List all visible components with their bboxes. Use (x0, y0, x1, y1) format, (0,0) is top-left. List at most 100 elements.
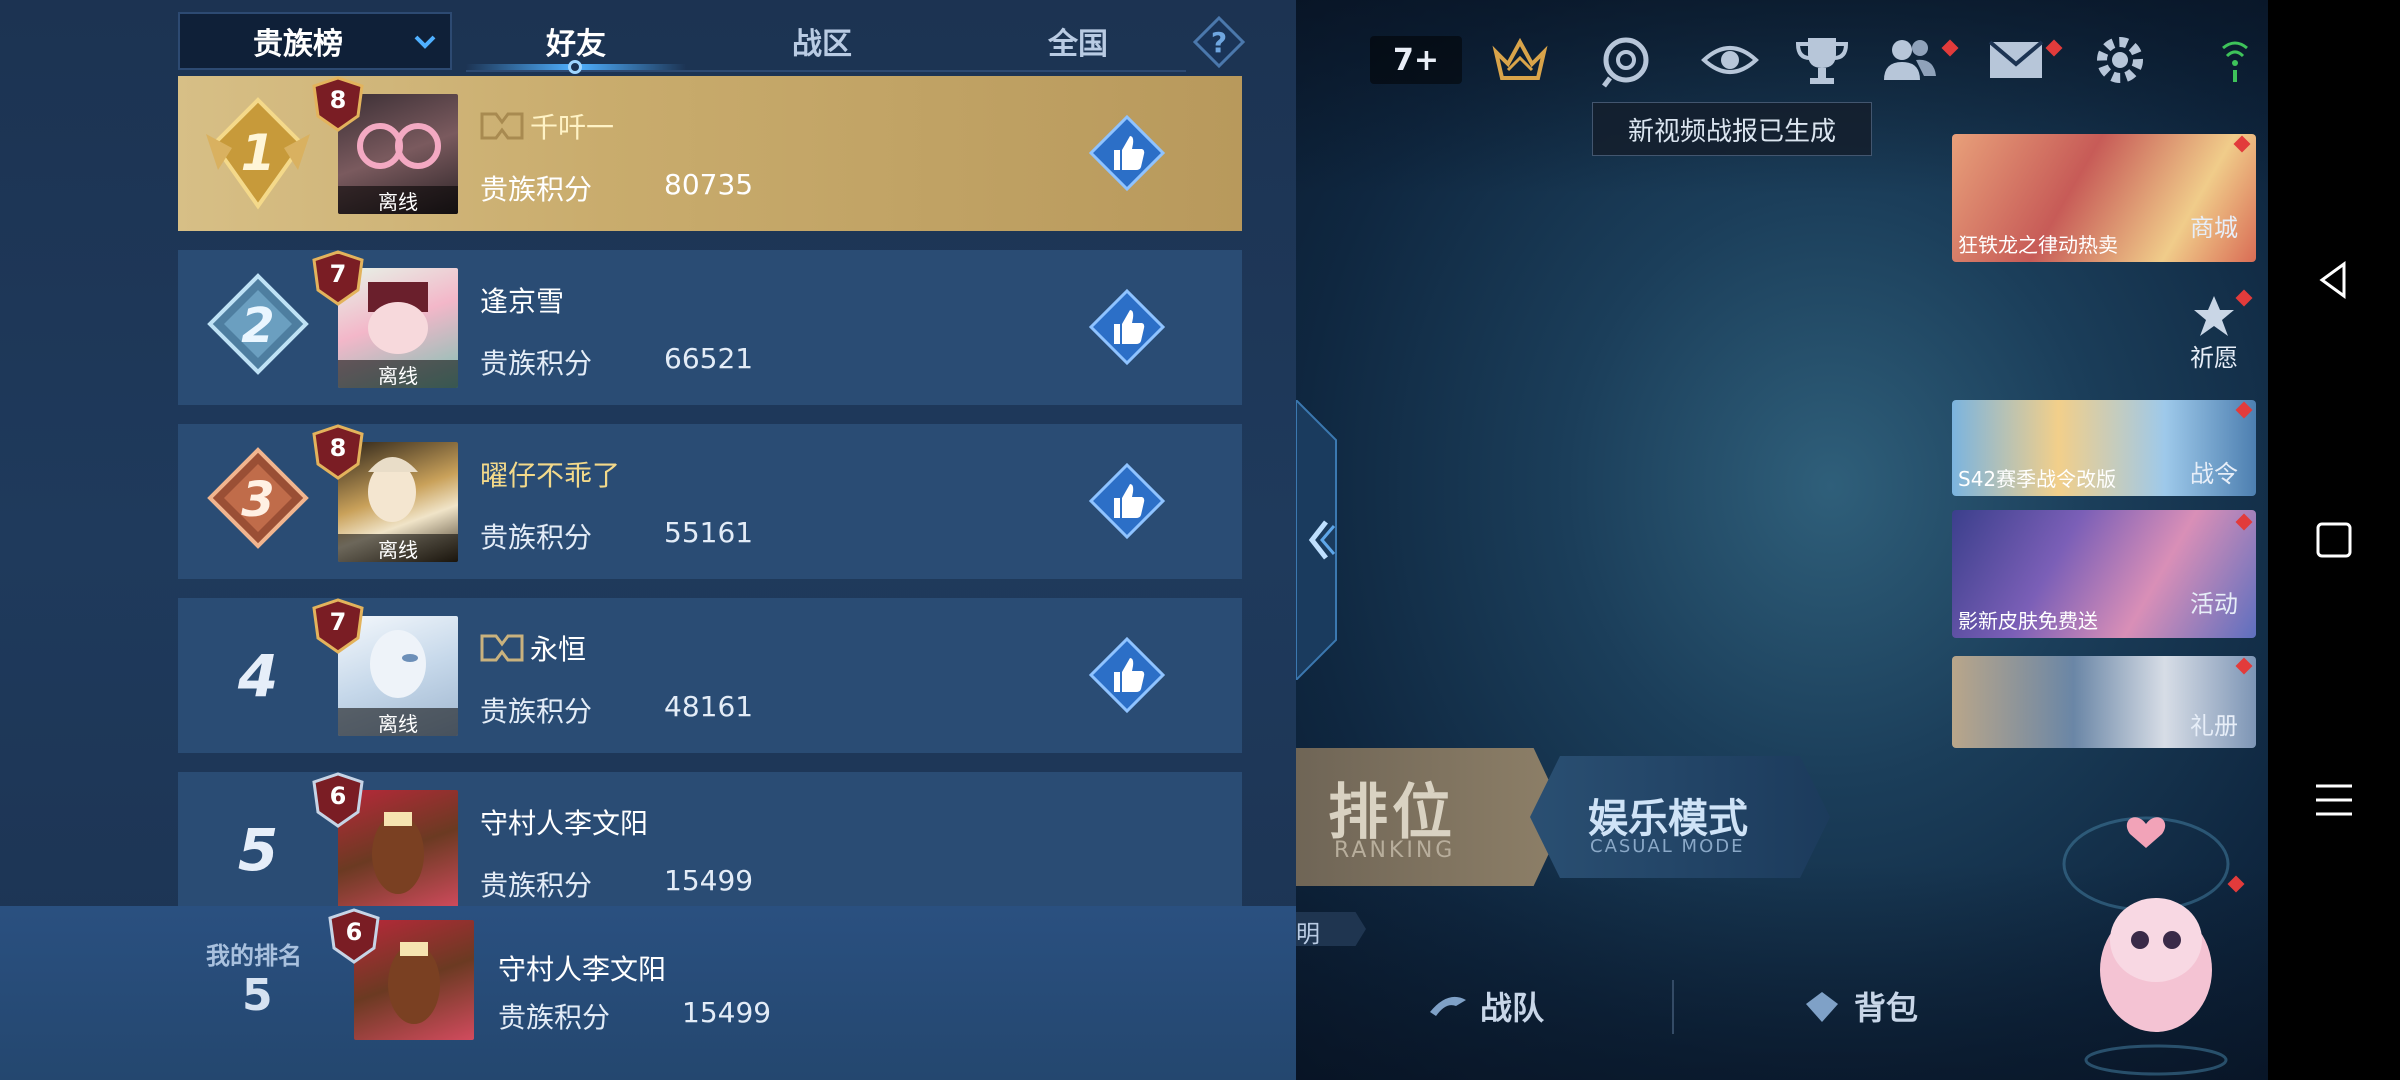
leaderboard-row[interactable]: 2 离线 7 逢京雪 贵族积分 66521 (178, 250, 1242, 405)
side-label-gift: 礼册 (2190, 712, 2238, 740)
player-name: 曜仔不乖了 (480, 459, 621, 492)
tab-region[interactable]: 战区 (712, 12, 932, 70)
level-badge (312, 76, 364, 132)
side-label-wish: 祈愿 (2190, 344, 2238, 372)
side-label-shop: 商城 (2190, 214, 2238, 242)
mascot-character[interactable] (2060, 790, 2250, 1080)
chevron-down-icon (414, 35, 436, 49)
ranking-mode-subtitle: RANKING (1334, 838, 1456, 863)
nobility-icon (480, 112, 524, 140)
like-button[interactable] (1088, 288, 1166, 366)
rank-3-badge: 3 (207, 447, 309, 549)
wish-icon[interactable] (2184, 292, 2244, 342)
score-value: 55161 (664, 516, 754, 549)
rank-number: 4 (237, 642, 279, 710)
rank-number: 3 (241, 472, 274, 528)
score-label: 贵族积分 (480, 521, 593, 554)
level-badge (312, 424, 364, 480)
help-symbol: ? (1211, 26, 1227, 59)
tab-national[interactable]: 全国 (968, 12, 1188, 70)
like-button[interactable] (1088, 114, 1166, 192)
video-report-tooltip[interactable]: 新视频战报已生成 (1592, 102, 1872, 156)
like-button[interactable] (1088, 636, 1166, 714)
menu-button[interactable] (2268, 750, 2400, 850)
player-name: 千吀一 (530, 111, 615, 144)
player-name-line: 守村人李文阳 (480, 802, 648, 842)
team-icon (1430, 996, 1466, 1016)
score-label: 贵族积分 (480, 869, 593, 902)
system-navigation-bar (2268, 0, 2400, 1080)
rank-1-badge: 1 (206, 97, 310, 210)
player-name: 逢京雪 (480, 285, 565, 318)
team-label: 战队 (1480, 989, 1545, 1027)
friends-icon[interactable] (1880, 30, 1940, 90)
leaderboard-row[interactable]: 4 离线 7 永恒 贵族积分 48161 (178, 598, 1242, 753)
bag-button[interactable]: 背包 (1800, 982, 1918, 1030)
like-button[interactable] (1088, 462, 1166, 540)
plus-counter[interactable]: 7+ (1370, 36, 1462, 84)
help-icon[interactable]: ? (1193, 16, 1245, 68)
gear-icon[interactable] (2090, 30, 2150, 90)
bottom-separator (1672, 980, 1674, 1034)
player-name-line: 逢京雪 (480, 280, 564, 320)
level-badge (312, 772, 364, 828)
home-button[interactable] (2268, 490, 2400, 590)
offline-label: 离线 (338, 534, 458, 562)
back-icon (2319, 261, 2346, 299)
partial-pill-text: 明 (1296, 920, 1320, 948)
leaderboard-tabs: 贵族榜 好友 战区 全国 ? (178, 12, 1248, 74)
bag-icon (1806, 992, 1838, 1022)
score-label: 贵族积分 (480, 347, 593, 380)
home-icon (2316, 522, 2352, 558)
my-name-line: 守村人李文阳 (498, 948, 666, 988)
nobility-icon (480, 634, 524, 662)
my-score-label: 贵族积分 (498, 1001, 611, 1034)
score-value: 48161 (664, 690, 754, 723)
score-value: 80735 (664, 168, 754, 201)
my-score-value: 15499 (682, 996, 772, 1029)
player-name-line: 千吀一 (480, 106, 614, 146)
rank-number: 5 (237, 816, 279, 884)
rank-number: 2 (241, 298, 274, 354)
score-value: 15499 (664, 864, 754, 897)
casual-mode-subtitle: CASUAL MODE (1590, 836, 1745, 857)
player-name-line: 永恒 (480, 628, 586, 668)
promo-caption: 影新皮肤免费送 (1958, 609, 2098, 633)
score-label: 贵族积分 (480, 173, 593, 206)
camera-icon[interactable] (1596, 30, 1656, 90)
my-rank-number: 5 (242, 970, 273, 1021)
offline-label: 离线 (338, 360, 458, 388)
my-rank-bar: 我的排名 5 6 守村人李文阳 贵族积分 15499 (0, 906, 1296, 1080)
trophy-icon[interactable] (1792, 30, 1852, 90)
my-player-name: 守村人李文阳 (498, 953, 667, 986)
wifi-icon (2222, 41, 2248, 82)
active-tab-dot (568, 60, 582, 74)
menu-icon (2316, 784, 2352, 816)
promo-caption: 狂铁龙之律动热卖 (1958, 233, 2118, 257)
rank-number: 1 (241, 124, 276, 182)
rank-2-badge: 2 (207, 273, 309, 375)
mail-icon[interactable] (1986, 30, 2046, 90)
crown-icon[interactable] (1490, 30, 1550, 90)
level-badge (328, 908, 380, 964)
level-badge (312, 598, 364, 654)
leaderboard-row[interactable]: 5 6 守村人李文阳 贵族积分 15499 (178, 772, 1242, 906)
my-rank-label: 我的排名 (206, 942, 302, 970)
player-name: 永恒 (530, 633, 587, 666)
leaderboard-type-dropdown[interactable]: 贵族榜 (178, 12, 452, 70)
collapse-panel-button[interactable] (1296, 400, 1356, 680)
side-label-battle-pass: 战令 (2190, 460, 2238, 488)
leaderboard-row[interactable]: 1 离线 8 千吀一 贵族积分 80735 (178, 76, 1242, 231)
leaderboard-row[interactable]: 3 离线 8 曜仔不乖了 贵族积分 55161 (178, 424, 1242, 579)
eye-icon[interactable] (1700, 30, 1760, 90)
side-label-activity: 活动 (2190, 590, 2238, 618)
offline-label: 离线 (338, 186, 458, 214)
offline-label: 离线 (338, 708, 458, 736)
score-value: 66521 (664, 342, 754, 375)
level-badge (312, 250, 364, 306)
dropdown-label: 贵族榜 (253, 27, 343, 62)
bag-label: 背包 (1854, 989, 1919, 1027)
team-button[interactable]: 战队 (1426, 982, 1544, 1030)
player-name: 守村人李文阳 (480, 807, 649, 840)
back-button[interactable] (2268, 230, 2400, 330)
